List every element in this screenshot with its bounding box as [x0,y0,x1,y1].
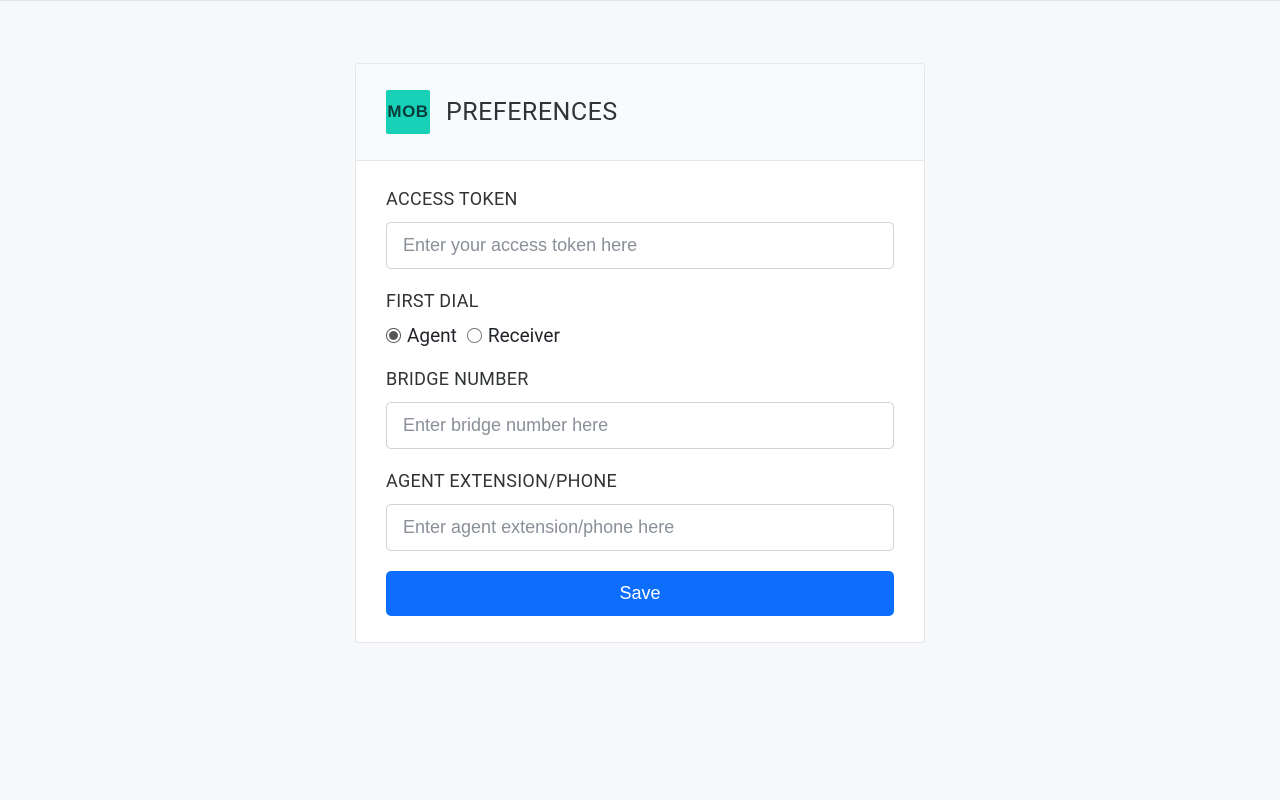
radio-agent-text: Agent [407,324,457,347]
bridge-number-input[interactable] [386,402,894,449]
radio-agent[interactable] [386,328,401,343]
page-title: PREFERENCES [446,98,618,127]
bridge-number-group: BRIDGE NUMBER [386,369,894,449]
access-token-input[interactable] [386,222,894,269]
access-token-label: ACCESS TOKEN [386,189,894,210]
preferences-card: MOB PREFERENCES ACCESS TOKEN FIRST DIAL … [355,63,925,643]
access-token-group: ACCESS TOKEN [386,189,894,269]
bridge-number-label: BRIDGE NUMBER [386,369,894,390]
first-dial-radio-group: Agent Receiver [386,324,894,347]
app-logo-icon: MOB [386,90,430,134]
radio-receiver-text: Receiver [488,324,560,347]
agent-extension-label: AGENT EXTENSION/PHONE [386,471,894,492]
card-header: MOB PREFERENCES [356,64,924,161]
radio-agent-label[interactable]: Agent [386,324,457,347]
radio-receiver[interactable] [467,328,482,343]
save-button[interactable]: Save [386,571,894,616]
agent-extension-input[interactable] [386,504,894,551]
first-dial-group: FIRST DIAL Agent Receiver [386,291,894,347]
radio-receiver-label[interactable]: Receiver [467,324,560,347]
card-body: ACCESS TOKEN FIRST DIAL Agent Receiver [356,161,924,642]
page-container: MOB PREFERENCES ACCESS TOKEN FIRST DIAL … [0,1,1280,643]
first-dial-label: FIRST DIAL [386,291,894,312]
logo-text: MOB [387,102,428,122]
agent-extension-group: AGENT EXTENSION/PHONE [386,471,894,551]
